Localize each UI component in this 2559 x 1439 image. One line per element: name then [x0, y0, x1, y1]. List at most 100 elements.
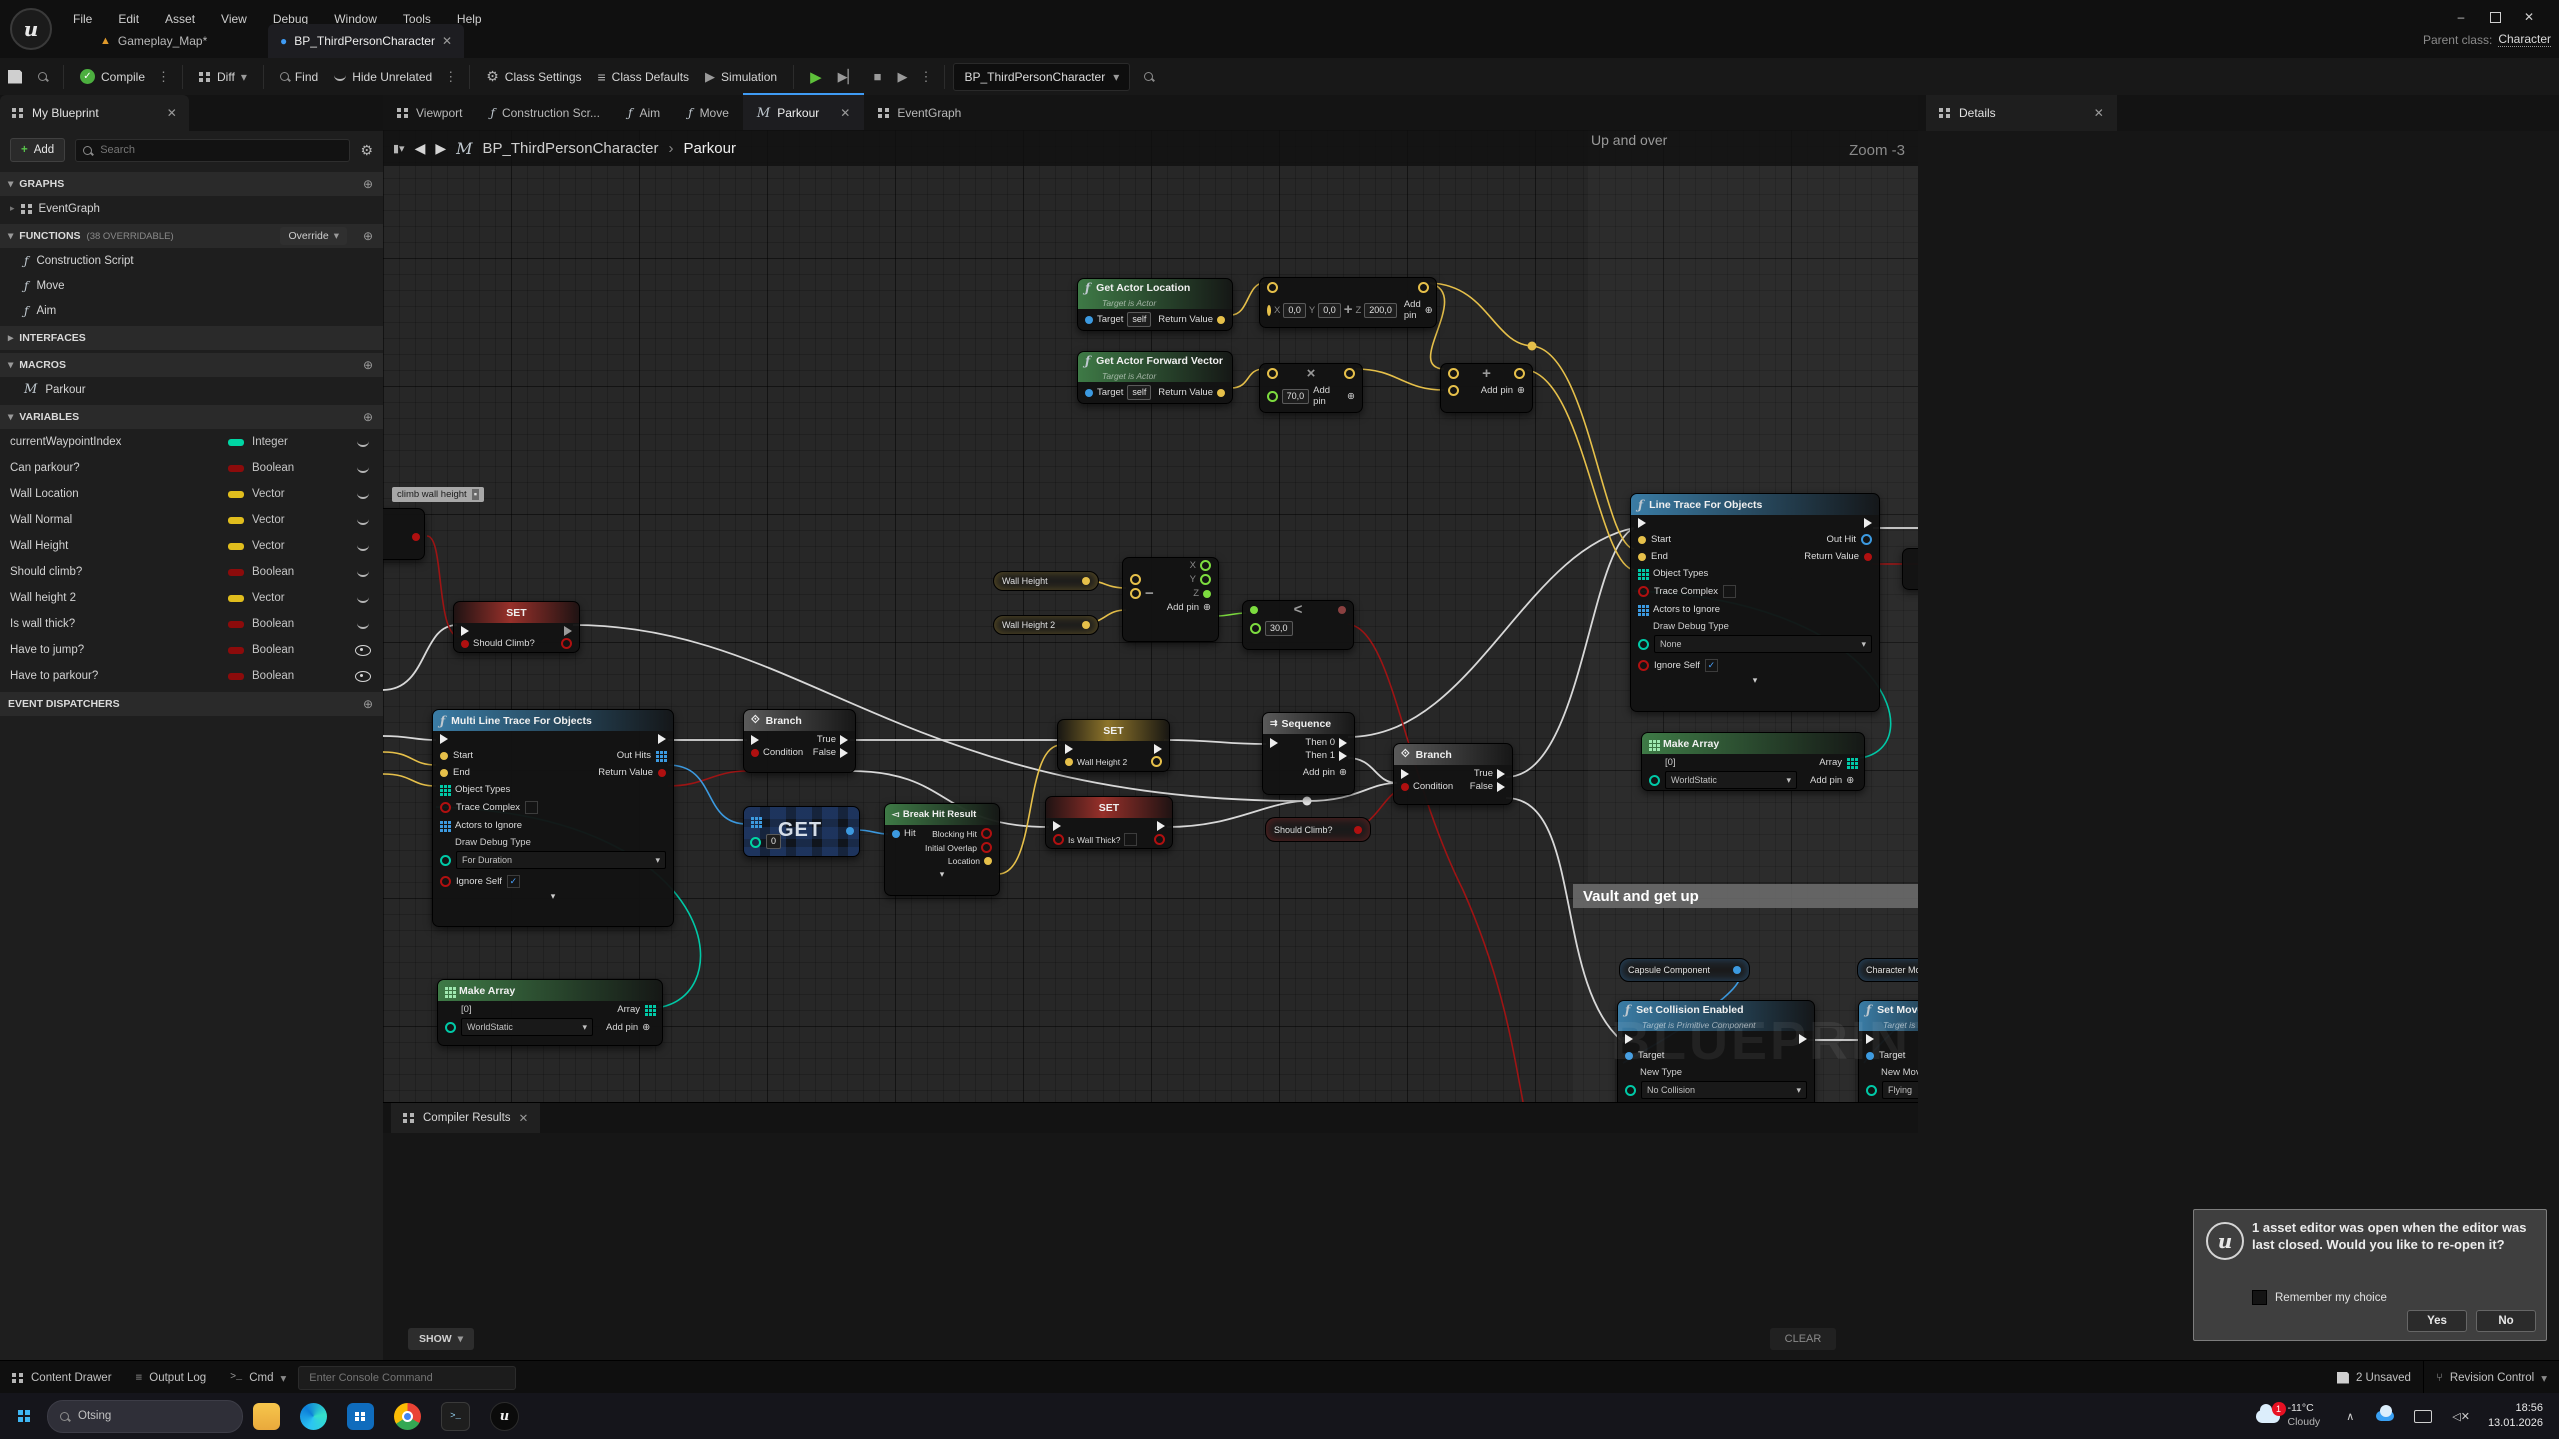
value-z[interactable]: 200,0	[1364, 303, 1397, 318]
exec-in-pin[interactable]	[1065, 744, 1073, 754]
exec-then1-pin[interactable]	[1339, 751, 1347, 761]
array-out-pin[interactable]	[645, 1005, 648, 1008]
play-button[interactable]: ▶	[802, 62, 830, 92]
close-button[interactable]: ✕	[2512, 6, 2546, 28]
onedrive-icon[interactable]	[2376, 1411, 2394, 1421]
exec-in-pin[interactable]	[1270, 738, 1278, 748]
asset-tab-gameplay-map[interactable]: ▲ Gameplay_Map*	[88, 24, 219, 58]
vector-pin[interactable]	[1217, 389, 1225, 397]
parent-class-link[interactable]: Character	[2498, 32, 2551, 47]
int-pin[interactable]	[750, 837, 761, 848]
node-branch[interactable]: ⟐Branch True ConditionFalse	[743, 709, 856, 773]
add-function-icon[interactable]: ⊕	[363, 229, 373, 243]
node-array-get[interactable]: GET 0	[743, 806, 860, 857]
exec-in-pin[interactable]	[1053, 821, 1061, 831]
index-value[interactable]: 0	[766, 834, 781, 849]
vector-pin[interactable]	[1267, 368, 1278, 379]
add-pin-button[interactable]: Add pin⊕	[1404, 299, 1433, 321]
float-out-pin[interactable]	[1203, 590, 1211, 598]
add-variable-icon[interactable]: ⊕	[363, 410, 373, 424]
variable-row[interactable]: Can parkour?Boolean	[0, 455, 383, 481]
function-item-construction-script[interactable]: ƒConstruction Script	[0, 248, 383, 273]
trace-complex-checkbox[interactable]	[1723, 585, 1736, 598]
node-multiply[interactable]: × 70,0 Add pin⊕	[1259, 363, 1363, 413]
add-macro-icon[interactable]: ⊕	[363, 358, 373, 372]
object-pin[interactable]	[1866, 1052, 1874, 1060]
bool-pin[interactable]	[658, 769, 666, 777]
function-item-aim[interactable]: ƒAim	[0, 298, 383, 323]
comment-title-up-and-over[interactable]: Up and over	[1591, 132, 1667, 148]
add-pin-button[interactable]: Add pin⊕	[1810, 775, 1854, 786]
node-set-is-wall-thick[interactable]: SET Is Wall Thick?	[1045, 796, 1173, 849]
tab-details[interactable]: Details ✕	[1926, 95, 2117, 131]
close-tab-icon[interactable]: ✕	[840, 106, 850, 120]
vector-pin[interactable]	[1448, 368, 1459, 379]
vector-out-pin[interactable]	[1082, 621, 1090, 629]
tab-construction-script[interactable]: ƒConstruction Scr...	[476, 95, 614, 131]
add-pin-button[interactable]: Add pin⊕	[1313, 385, 1355, 407]
visibility-closed-eye-icon[interactable]	[357, 464, 369, 473]
variable-row[interactable]: Wall LocationVector	[0, 481, 383, 507]
bool-pin[interactable]	[412, 533, 420, 541]
exec-false-pin[interactable]	[1497, 782, 1505, 792]
revision-control-button[interactable]: ⑂ Revision Control▾	[2423, 1361, 2559, 1394]
volume-muted-icon[interactable]: ◁✕	[2452, 1410, 2470, 1423]
object-pin[interactable]	[1085, 316, 1093, 324]
exec-true-pin[interactable]	[1497, 769, 1505, 779]
vector-pin[interactable]	[1638, 536, 1646, 544]
network-icon[interactable]	[2414, 1410, 2432, 1423]
collapse-chevron-icon[interactable]: ▾	[885, 869, 999, 880]
start-button[interactable]	[10, 1403, 37, 1430]
maximize-button[interactable]	[2478, 6, 2512, 28]
vector-pin[interactable]	[1418, 282, 1429, 293]
bool-out-pin[interactable]	[1354, 826, 1362, 834]
node-get-character-movement[interactable]: Character Mo	[1857, 958, 1918, 982]
node-subtract[interactable]: X Y −Z Add pin⊕	[1122, 557, 1219, 642]
diff-button[interactable]: Diff▾	[191, 62, 255, 92]
search-box[interactable]	[75, 139, 350, 162]
vector-pin[interactable]	[1267, 305, 1271, 316]
struct-pin[interactable]	[892, 830, 900, 838]
add-dispatcher-icon[interactable]: ⊕	[363, 697, 373, 711]
node-add[interactable]: + Add pin⊕	[1440, 363, 1533, 413]
unreal-engine-icon[interactable]: u	[490, 1402, 519, 1431]
pin-icon[interactable]: ▪	[472, 489, 479, 500]
play-options-icon[interactable]: ⋮	[915, 69, 936, 85]
exec-in-pin[interactable]	[1625, 1034, 1633, 1044]
section-interfaces[interactable]: ▸INTERFACES	[0, 326, 383, 350]
tab-eventgraph[interactable]: EventGraph	[864, 95, 975, 131]
add-pin-button[interactable]: Add pin⊕	[606, 1022, 650, 1033]
float-out-pin[interactable]	[1200, 574, 1211, 585]
node-set-wall-height-2[interactable]: SET Wall Height 2	[1057, 719, 1170, 772]
node-get-wall-height-2[interactable]: Wall Height 2	[993, 615, 1099, 635]
section-macros[interactable]: ▾MACROS⊕	[0, 353, 383, 377]
object-pin[interactable]	[1625, 1052, 1633, 1060]
console-command-input-wrap[interactable]	[298, 1366, 516, 1390]
vector-out-pin[interactable]	[1151, 756, 1162, 767]
bool-pin[interactable]	[1638, 660, 1649, 671]
minimize-button[interactable]: –	[2444, 6, 2478, 28]
exec-then0-pin[interactable]	[1339, 738, 1347, 748]
exec-out-pin[interactable]	[1799, 1034, 1807, 1044]
eject-button[interactable]: ▶	[889, 62, 915, 92]
tab-aim[interactable]: ƒAim	[614, 95, 674, 131]
multiply-value[interactable]: 70,0	[1282, 389, 1310, 404]
node-make-array-2[interactable]: Make Array [0]Array WorldStatic▾ Add pin…	[437, 979, 663, 1046]
draw-debug-dropdown[interactable]: None▾	[1654, 635, 1872, 653]
node-set-movement-mode[interactable]: ƒSet MoveTarget is C Target New Mov Flyi…	[1858, 1000, 1918, 1102]
value-x[interactable]: 0,0	[1283, 303, 1306, 318]
bool-pin[interactable]	[1638, 586, 1649, 597]
float-out-pin[interactable]	[1200, 560, 1211, 571]
collapse-chevron-icon[interactable]: ▾	[1631, 675, 1879, 686]
stop-button[interactable]: ■	[866, 62, 890, 92]
vector-pin[interactable]	[1217, 316, 1225, 324]
add-pin-button[interactable]: Add pin⊕	[1481, 385, 1525, 396]
section-graphs[interactable]: ▾GRAPHS⊕	[0, 172, 383, 196]
node-add-vector[interactable]: X0,0 Y0,0 + Z200,0 Add pin⊕	[1259, 277, 1437, 328]
tray-expand-icon[interactable]: ∧	[2346, 1410, 2354, 1423]
compare-value[interactable]: 30,0	[1265, 621, 1293, 636]
vector-pin[interactable]	[440, 769, 448, 777]
bool-out-pin[interactable]	[561, 638, 572, 649]
frame-skip-button[interactable]: ▶▏	[830, 62, 866, 92]
asset-tab-bp-thirdpersoncharacter[interactable]: ● BP_ThirdPersonCharacter ✕	[268, 24, 464, 58]
